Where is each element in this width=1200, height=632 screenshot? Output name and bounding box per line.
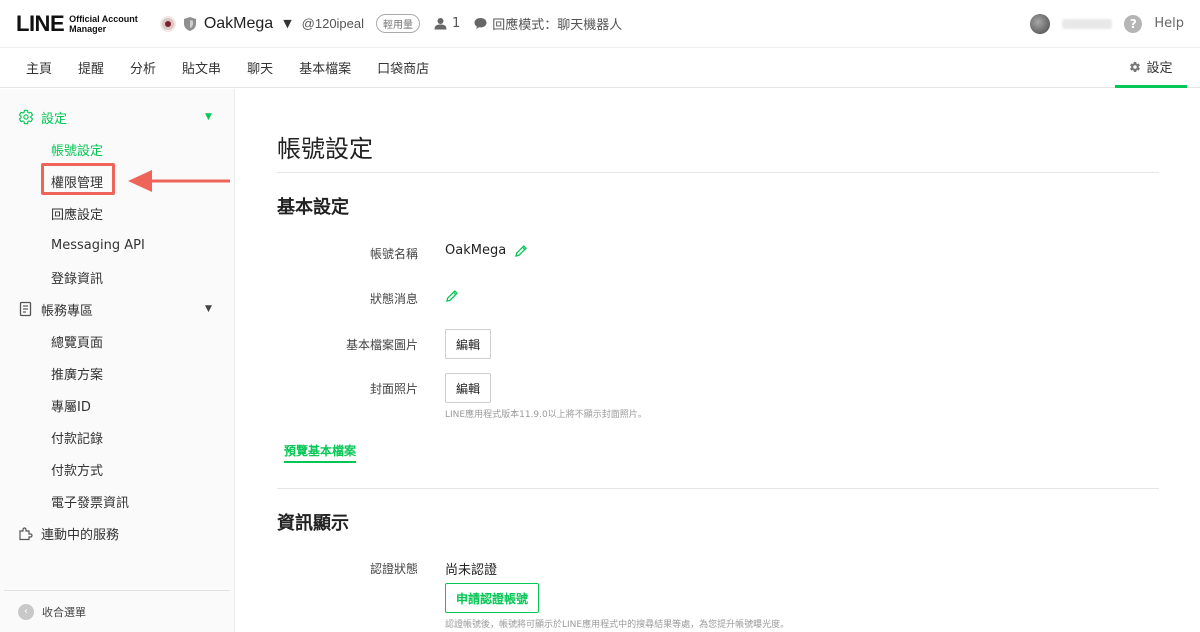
- status-message-label: 狀態消息: [369, 292, 418, 306]
- verification-note: 認證帳號後，帳號將可顯示於LINE應用程式中的搜尋結果等處，為您提升帳號曝光度。: [445, 620, 790, 630]
- section-title-info: 資訊顯示: [277, 513, 349, 534]
- tab-timeline[interactable]: 貼文串: [182, 48, 221, 88]
- person-icon: [434, 18, 447, 30]
- chat-mode-label: 回應模式：聊天機器人: [492, 18, 623, 33]
- puzzle-icon: [18, 525, 34, 541]
- arrow-left-icon: [128, 170, 230, 192]
- sidebar-group-settings[interactable]: 設定 ▼: [0, 101, 234, 133]
- help-link[interactable]: Help: [1154, 16, 1184, 31]
- apply-verification-button[interactable]: 申請認證帳號: [445, 583, 540, 613]
- account-name-row: OakMega: [445, 243, 528, 258]
- document-icon: [18, 301, 34, 317]
- user-name-blurred[interactable]: [1062, 18, 1113, 29]
- chat-mode[interactable]: 回應模式：聊天機器人: [474, 14, 622, 33]
- member-count-value: 1: [452, 16, 461, 31]
- verification-status-value: 尚未認證: [445, 563, 498, 578]
- sidebar-item-premium-id[interactable]: 專屬ID: [0, 389, 234, 421]
- logo-sub-line1: Official Account: [69, 13, 138, 24]
- sidebar-group-settings-label: 設定: [41, 111, 68, 127]
- pencil-icon[interactable]: [445, 289, 459, 303]
- tab-settings-label: 設定: [1146, 61, 1173, 76]
- account-avatar: [159, 15, 176, 32]
- sidebar-item-payment-method[interactable]: 付款方式: [0, 453, 234, 485]
- gear-icon: [1130, 61, 1141, 72]
- preview-profile-link[interactable]: 預覽基本檔案: [284, 442, 357, 463]
- shield-icon: [183, 16, 196, 31]
- verification-button-row: 申請認證帳號: [445, 583, 540, 613]
- logo-sub: Official Account Manager: [69, 14, 138, 34]
- collapse-menu-button[interactable]: ‹ 收合選單: [4, 590, 230, 632]
- sidebar-group-linked-services-label: 連動中的服務: [41, 527, 120, 543]
- status-message-row: [445, 289, 459, 303]
- tab-settings[interactable]: 設定: [1115, 48, 1187, 88]
- main-content: 帳號設定 基本設定 帳號名稱 OakMega 狀態消息 基本檔案圖片 編輯 封面…: [236, 89, 1200, 632]
- divider: [277, 488, 1159, 489]
- sidebar-group-billing[interactable]: 帳務專區 ▼: [0, 293, 234, 325]
- plan-badge: 輕用量: [376, 14, 421, 33]
- sidebar-item-overview[interactable]: 總覽頁面: [0, 325, 234, 357]
- logo-main: LINE: [16, 10, 65, 36]
- member-count[interactable]: 1: [434, 16, 460, 31]
- edit-cover-photo-button[interactable]: 編輯: [445, 373, 492, 403]
- profile-image-row: 編輯: [445, 329, 492, 359]
- logo-sub-line2: Manager: [69, 23, 107, 34]
- page-title: 帳號設定: [277, 135, 373, 163]
- chat-bubble-icon: [474, 18, 487, 29]
- gear-icon: [18, 109, 34, 125]
- chevron-down-icon: ▼: [205, 112, 212, 122]
- sidebar-item-payment-history[interactable]: 付款記錄: [0, 421, 234, 453]
- tab-home[interactable]: 主頁: [26, 48, 52, 88]
- sidebar-item-account-settings[interactable]: 帳號設定: [0, 133, 234, 165]
- sidebar-group-billing-label: 帳務專區: [41, 303, 94, 319]
- collapse-menu-label: 收合選單: [42, 605, 86, 619]
- tab-reminders[interactable]: 提醒: [78, 48, 104, 88]
- top-header: LINE Official Account Manager OakMega ▼ …: [0, 0, 1200, 48]
- main-tabs: 主頁 提醒 分析 貼文串 聊天 基本檔案 口袋商店 設定: [0, 48, 1200, 88]
- sidebar-item-messaging-api[interactable]: Messaging API: [0, 229, 234, 261]
- tab-chat[interactable]: 聊天: [247, 48, 273, 88]
- sidebar-group-linked-services[interactable]: 連動中的服務: [0, 517, 234, 549]
- sidebar-item-response-settings[interactable]: 回應設定: [0, 197, 234, 229]
- account-name: OakMega: [203, 14, 274, 32]
- cover-photo-note: LINE應用程式版本11.9.0以上將不顯示封面照片。: [445, 410, 647, 420]
- section-title-basic: 基本設定: [277, 197, 349, 218]
- sidebar-item-e-invoice[interactable]: 電子發票資訊: [0, 485, 234, 517]
- account-name-label: 帳號名稱: [369, 247, 418, 261]
- sidebar-item-registration-info[interactable]: 登錄資訊: [0, 261, 234, 293]
- tab-profile[interactable]: 基本檔案: [299, 48, 351, 88]
- help-icon[interactable]: ?: [1124, 14, 1143, 33]
- chevron-down-icon: ▼: [205, 304, 212, 314]
- chevron-left-icon: ‹: [18, 603, 34, 620]
- line-logo[interactable]: LINE Official Account Manager: [16, 11, 138, 37]
- cover-photo-label: 封面照片: [369, 382, 418, 396]
- edit-profile-image-button[interactable]: 編輯: [445, 329, 492, 359]
- tab-pocket-shop[interactable]: 口袋商店: [377, 48, 429, 88]
- tab-analytics[interactable]: 分析: [130, 48, 156, 88]
- profile-image-label: 基本檔案圖片: [345, 338, 418, 352]
- chevron-down-icon: ▼: [283, 17, 292, 30]
- account-name-value: OakMega: [445, 243, 507, 258]
- user-avatar[interactable]: [1030, 13, 1051, 34]
- account-id: @120ipeal: [301, 16, 365, 31]
- pencil-icon[interactable]: [514, 244, 528, 258]
- verification-status-label: 認證狀態: [369, 562, 418, 576]
- account-switcher[interactable]: OakMega ▼: [159, 14, 292, 33]
- cover-photo-row: 編輯: [445, 373, 492, 403]
- sidebar-item-promotion-plan[interactable]: 推廣方案: [0, 357, 234, 389]
- divider: [277, 172, 1159, 173]
